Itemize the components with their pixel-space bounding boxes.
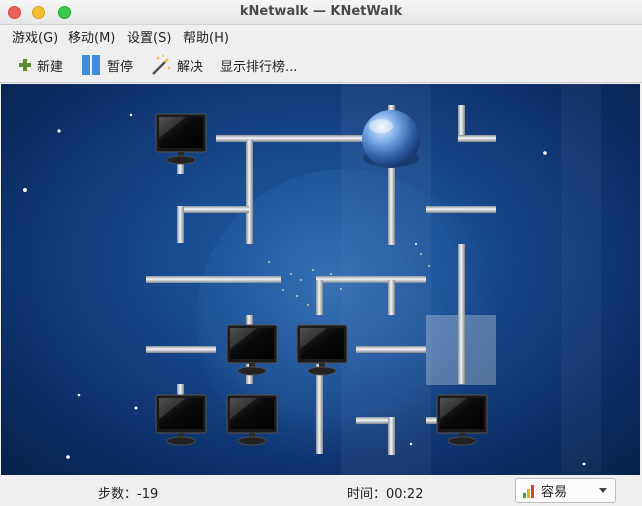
board-canvas xyxy=(23,84,601,475)
title-bar: kNetwalk — KNetWalk xyxy=(0,0,642,25)
light-beam xyxy=(561,84,601,475)
app-window: kNetwalk — KNetWalk 游戏(G) 移动(M) 设置(S) 帮助… xyxy=(0,0,642,506)
pause-button[interactable]: 暂停 xyxy=(76,51,137,79)
pause-icon xyxy=(82,55,100,75)
pause-label: 暂停 xyxy=(107,59,134,75)
globe-icon[interactable] xyxy=(362,110,420,168)
window-title: kNetwalk — KNetWalk xyxy=(239,4,403,19)
menu-help[interactable]: 帮助(H) xyxy=(181,27,231,46)
monitor-icon[interactable] xyxy=(436,394,488,446)
monitor-icon[interactable] xyxy=(155,113,207,165)
toolbar: 新建 暂停 解决 显示排行榜... xyxy=(0,47,642,83)
solve-button[interactable]: 解决 xyxy=(146,51,207,79)
time-display: 时间：00:22 xyxy=(347,487,424,502)
difficulty-value: 容易 xyxy=(541,485,568,500)
status-bar: 步数：-19 时间：00:22 容易 xyxy=(0,475,642,506)
bars-icon xyxy=(523,484,534,498)
chevron-down-icon xyxy=(599,488,607,493)
show-highscores-button[interactable]: 显示排行榜... xyxy=(216,51,301,79)
new-game-label: 新建 xyxy=(37,59,64,75)
menu-move[interactable]: 移动(M) xyxy=(66,27,117,46)
menu-game[interactable]: 游戏(G) xyxy=(10,27,60,46)
highscores-label: 显示排行榜... xyxy=(220,59,298,75)
new-game-button[interactable]: 新建 xyxy=(14,51,67,79)
magic-wand-icon xyxy=(152,55,171,75)
menu-settings[interactable]: 设置(S) xyxy=(125,27,173,46)
plus-icon xyxy=(19,59,31,71)
moves-counter: 步数：-19 xyxy=(98,487,159,502)
game-board[interactable] xyxy=(1,84,640,475)
monitor-icon[interactable] xyxy=(155,394,207,446)
difficulty-select[interactable]: 容易 xyxy=(515,478,616,503)
menu-bar: 游戏(G) 移动(M) 设置(S) 帮助(H) xyxy=(0,25,642,47)
solve-label: 解决 xyxy=(177,59,204,75)
